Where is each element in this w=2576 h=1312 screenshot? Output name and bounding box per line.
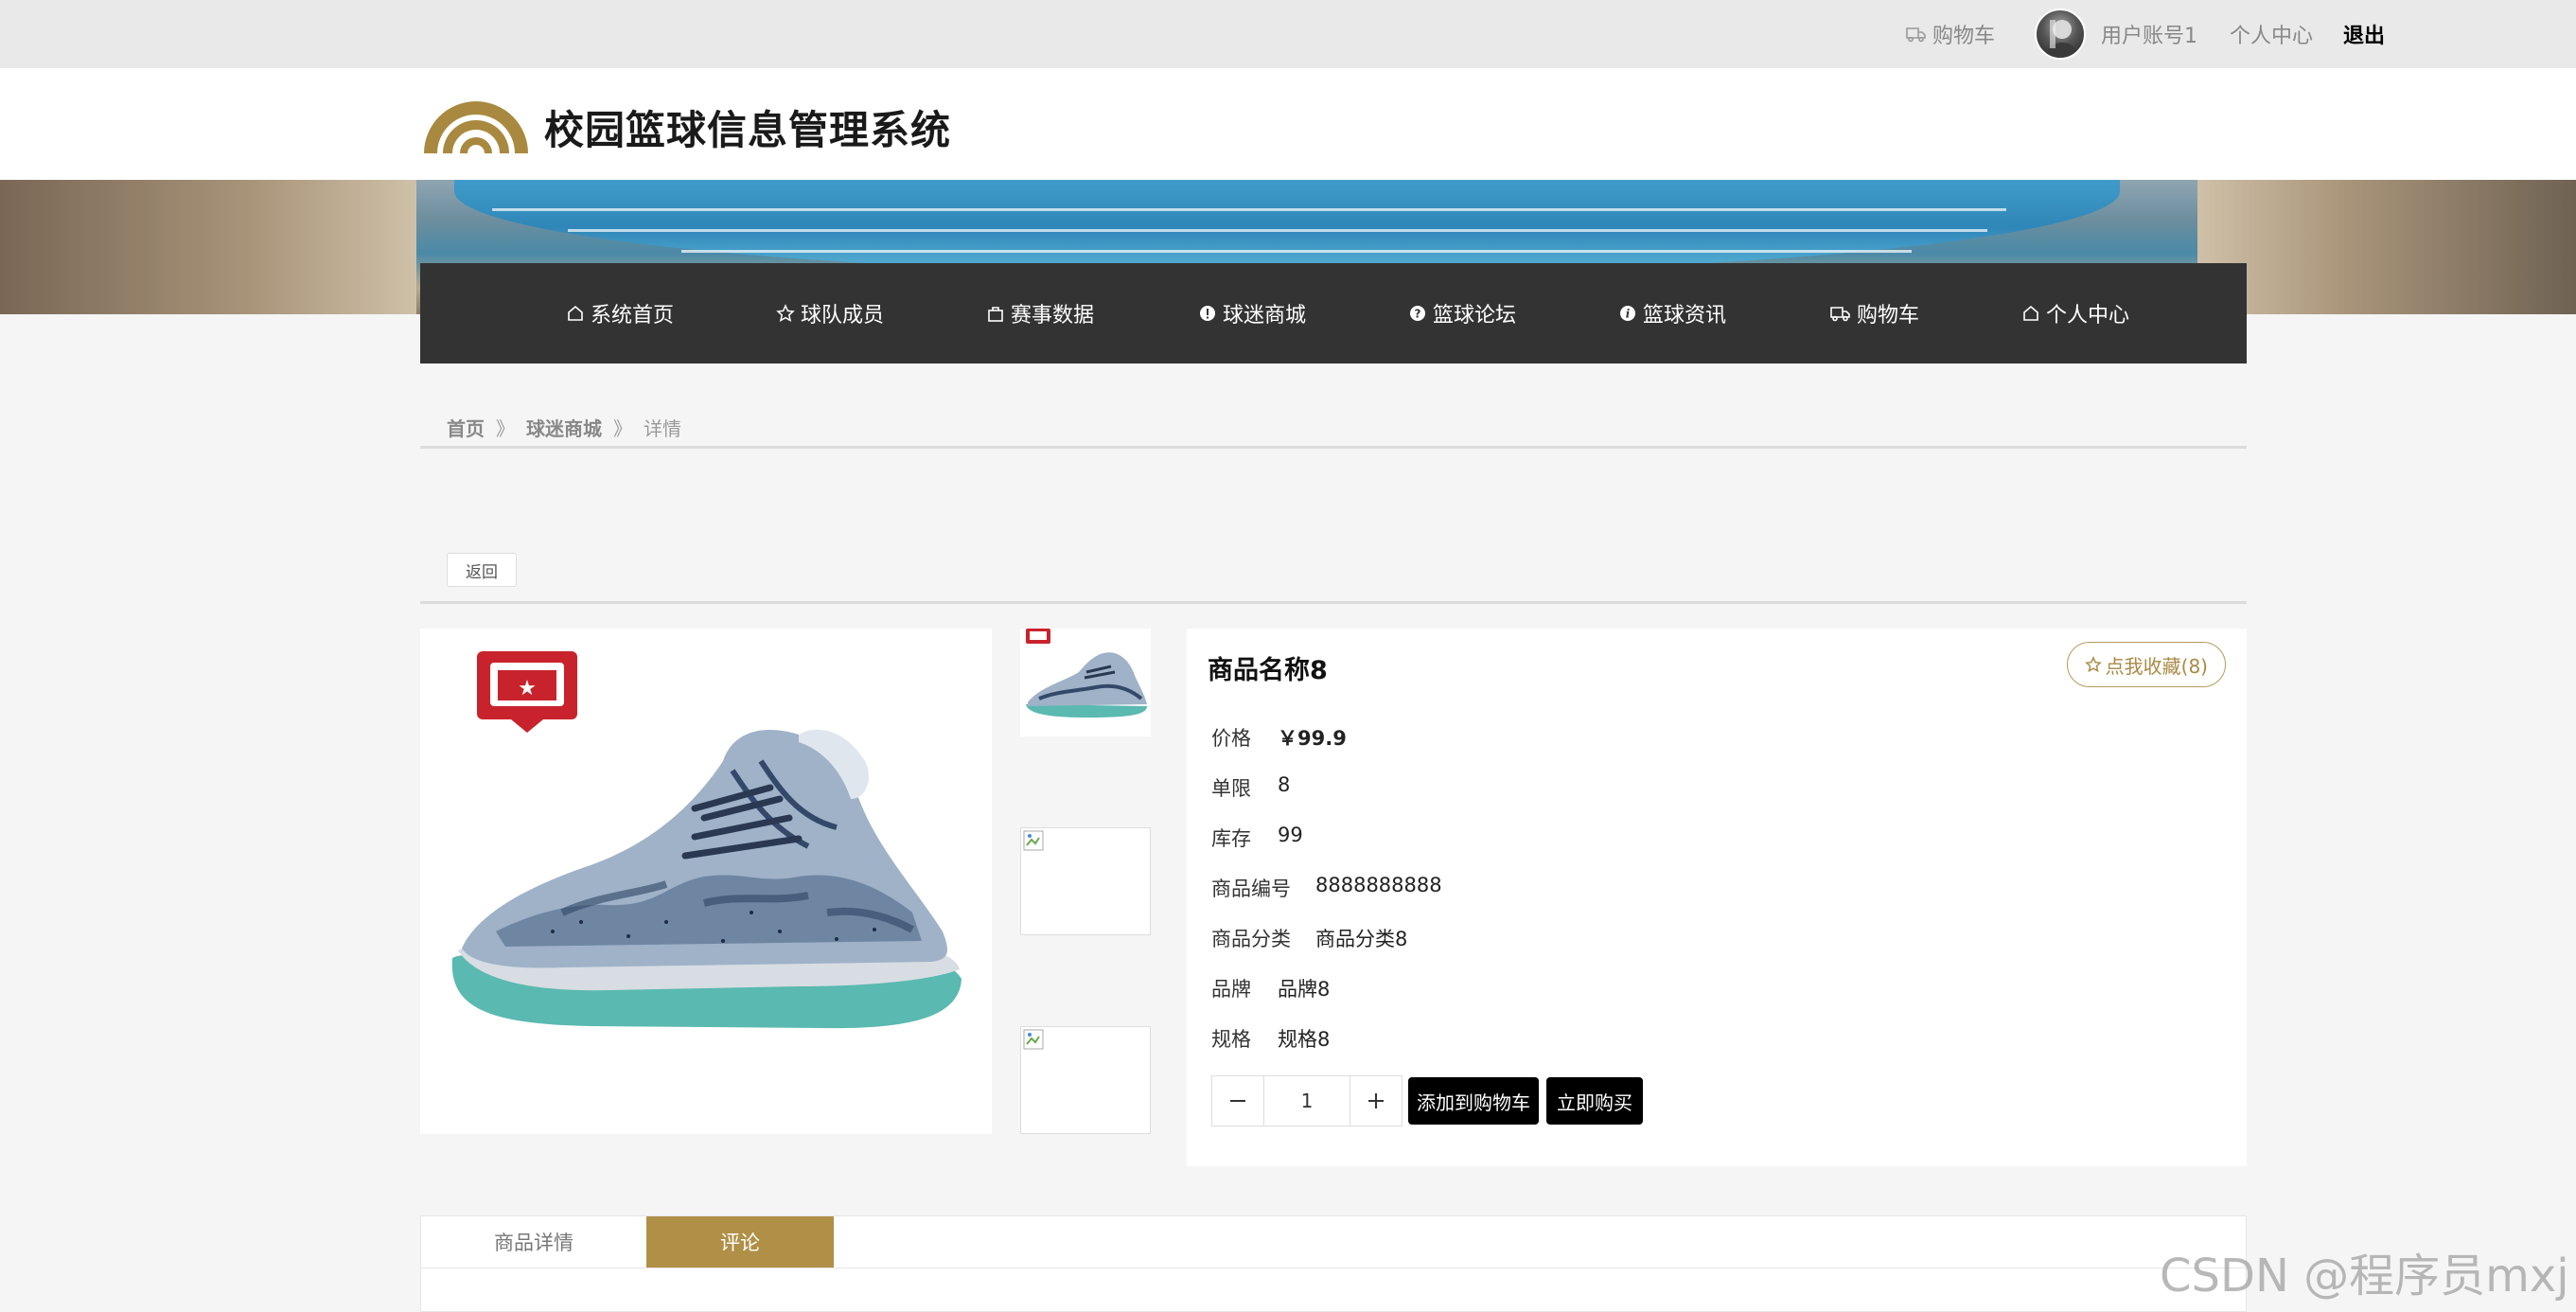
svg-text:★: ★ (518, 677, 537, 700)
product-main-image[interactable]: ★ (420, 629, 992, 1134)
price-value: ￥99.9 (1278, 727, 1347, 750)
star-icon (2084, 656, 2102, 673)
divider (420, 601, 2247, 604)
field-label: 价格 (1211, 727, 1251, 750)
nav-label: 赛事数据 (1011, 304, 1095, 328)
home-icon (566, 304, 585, 323)
quantity-input[interactable]: 1 (1263, 1076, 1350, 1126)
truck-icon (1906, 26, 1927, 43)
decrease-button[interactable] (1212, 1076, 1263, 1126)
home-icon (2021, 304, 2040, 323)
exclamation-icon (1198, 304, 1217, 323)
nav-item-news[interactable]: i 篮球资讯 (1618, 298, 1830, 328)
question-icon: ? (1408, 304, 1427, 323)
breadcrumb: 首页 》 球迷商城 》 详情 (447, 414, 681, 441)
nav-label: 篮球资讯 (1643, 304, 1727, 328)
field-value: 品牌8 (1278, 978, 1331, 1001)
breadcrumb-separator: 》 (613, 417, 632, 440)
nav-label: 篮球论坛 (1433, 304, 1517, 328)
nav-item-forum[interactable]: ? 篮球论坛 (1408, 298, 1618, 328)
nav-label: 球队成员 (801, 304, 885, 328)
breadcrumb-mall[interactable]: 球迷商城 (526, 414, 602, 441)
top-cart-label: 购物车 (1932, 25, 1995, 48)
field-stock: 库存 99 (1211, 824, 1303, 852)
buy-now-button[interactable]: 立即购买 (1546, 1077, 1643, 1125)
svg-text:?: ? (1415, 308, 1421, 321)
top-cart-link[interactable]: 购物车 (1906, 19, 1995, 49)
minus-icon (1230, 1100, 1245, 1102)
field-value: 8888888888 (1315, 874, 1442, 896)
field-spec: 规格 规格8 (1211, 1024, 1330, 1053)
add-to-cart-button[interactable]: 添加到购物车 (1408, 1077, 1539, 1125)
site-header: 校园篮球信息管理系统 (0, 68, 2576, 180)
product-info-panel: 商品名称8 点我收藏(8) 价格 ￥99.9 单限 8 库存 99 商品编号 8… (1187, 629, 2247, 1166)
broken-image-icon (1023, 1029, 1044, 1050)
field-value: 商品分类8 (1315, 928, 1408, 950)
product-thumbnail-3[interactable] (1020, 1026, 1151, 1134)
field-label: 规格 (1211, 1028, 1251, 1051)
nav-label: 购物车 (1857, 304, 1920, 328)
watermark: CSDN @程序员mxj (2160, 1250, 2569, 1303)
field-label: 商品分类 (1211, 928, 1291, 950)
field-category: 商品分类 商品分类8 (1211, 924, 1407, 952)
field-label: 品牌 (1211, 978, 1251, 1001)
tab-product-details[interactable]: 商品详情 (421, 1216, 646, 1268)
favorite-label: 点我收藏(8) (2105, 654, 2208, 678)
breadcrumb-separator: 》 (496, 417, 515, 440)
nav-item-team[interactable]: 球队成员 (776, 298, 986, 328)
main-nav: 系统首页 球队成员 赛事数据 球迷商城 ? 篮球论坛 i 篮球资讯 购物车 个人… (420, 263, 2247, 363)
broken-image-icon (1023, 830, 1044, 851)
svg-text:i: i (1626, 308, 1631, 321)
product-thumbnail-1[interactable] (1020, 629, 1151, 736)
increase-button[interactable] (1350, 1076, 1402, 1126)
quantity-stepper: 1 (1211, 1075, 1403, 1126)
field-price: 价格 ￥99.9 (1211, 723, 1347, 752)
nav-item-mall[interactable]: 球迷商城 (1198, 298, 1408, 328)
product-thumbnail-2[interactable] (1020, 827, 1151, 935)
divider (420, 446, 2247, 449)
back-button[interactable]: 返回 (447, 553, 517, 587)
field-label: 单限 (1211, 777, 1251, 800)
field-brand: 品牌 品牌8 (1211, 974, 1330, 1002)
tab-comments[interactable]: 评论 (646, 1216, 834, 1268)
field-limit: 单限 8 (1211, 773, 1290, 802)
product-name: 商品名称8 (1208, 656, 1328, 685)
breadcrumb-current: 详情 (644, 417, 681, 440)
avatar[interactable] (2034, 9, 2086, 60)
detail-tabs: 商品详情 评论 (420, 1215, 2247, 1312)
logout-link[interactable]: 退出 (2343, 19, 2385, 49)
nav-label: 系统首页 (591, 304, 675, 328)
top-bar: 购物车 用户账号1 个人中心 退出 (0, 0, 2576, 68)
info-icon: i (1618, 304, 1637, 323)
star-icon (776, 304, 795, 323)
field-label: 库存 (1211, 827, 1251, 850)
nav-item-home[interactable]: 系统首页 (566, 298, 776, 328)
nav-label: 个人中心 (2046, 304, 2130, 328)
top-user-center-link[interactable]: 个人中心 (2230, 19, 2313, 49)
plus-icon (1368, 1093, 1384, 1108)
site-title: 校园篮球信息管理系统 (544, 107, 952, 153)
site-logo (420, 91, 532, 153)
account-name[interactable]: 用户账号1 (2101, 19, 2197, 49)
truck-icon (1830, 305, 1851, 322)
nav-label: 球迷商城 (1223, 304, 1307, 328)
favorite-button[interactable]: 点我收藏(8) (2066, 642, 2226, 687)
nav-item-user-center[interactable]: 个人中心 (2021, 298, 2192, 328)
breadcrumb-home[interactable]: 首页 (447, 414, 485, 441)
nav-item-cart[interactable]: 购物车 (1830, 298, 2021, 328)
field-value: 99 (1278, 824, 1303, 846)
bag-icon (986, 304, 1005, 323)
field-sku: 商品编号 8888888888 (1211, 874, 1442, 902)
field-value: 8 (1278, 773, 1291, 796)
field-label: 商品编号 (1211, 878, 1291, 900)
field-value: 规格8 (1278, 1028, 1331, 1051)
nav-item-match-data[interactable]: 赛事数据 (986, 298, 1198, 328)
